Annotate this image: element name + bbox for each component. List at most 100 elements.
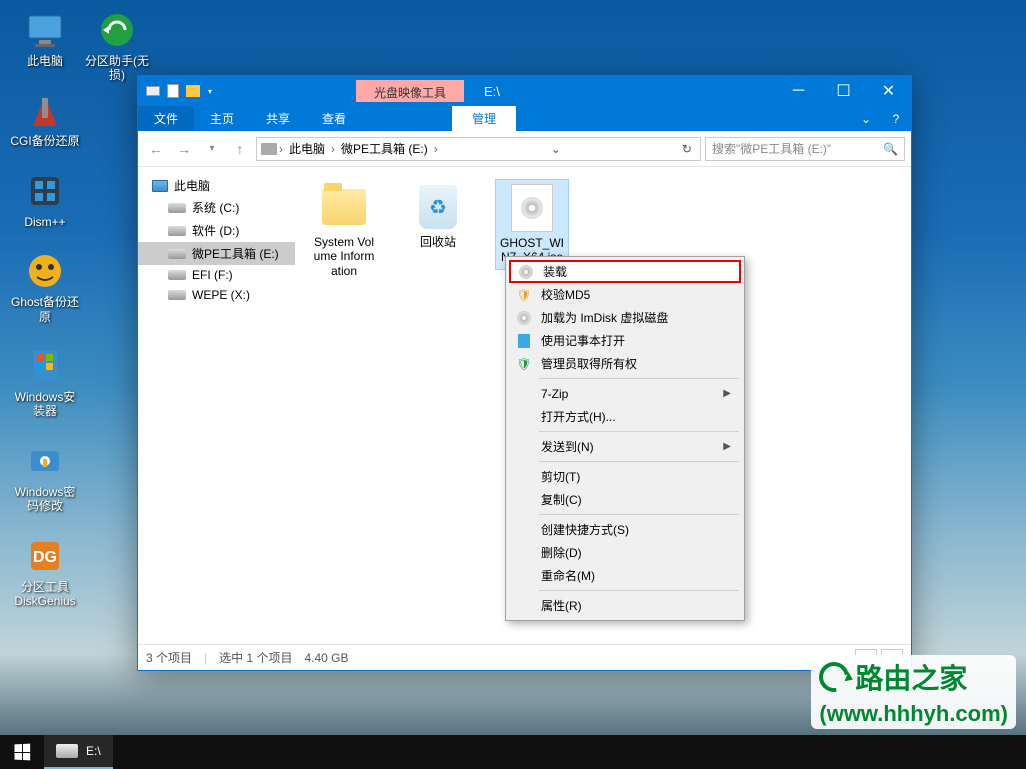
shield-icon: 🛡 xyxy=(515,355,533,373)
search-input[interactable]: 搜索"微PE工具箱 (E:)" 🔍 xyxy=(705,137,905,161)
minimize-button[interactable]: ─ xyxy=(776,76,821,106)
ribbon-collapse-icon[interactable]: ⌄ xyxy=(851,106,881,131)
ribbon-tabs: 文件 主页 共享 查看 管理 ⌄ ? xyxy=(138,106,911,131)
taskbar: E:\ xyxy=(0,735,1026,769)
refresh-button[interactable]: ↻ xyxy=(674,142,700,156)
submenu-arrow-icon: ▶ xyxy=(723,441,731,452)
desktop-icon[interactable]: DG分区工具DiskGenius xyxy=(10,536,80,609)
pc-icon xyxy=(152,180,168,192)
watermark-logo-icon xyxy=(813,656,855,698)
svg-text:DG: DG xyxy=(33,549,57,566)
breadcrumb-drive[interactable]: 微PE工具箱 (E:) xyxy=(337,140,432,157)
context-menu-item[interactable]: 剪切(T) xyxy=(509,465,741,488)
drive-icon xyxy=(168,226,186,236)
app-icon xyxy=(97,10,137,50)
drive-icon xyxy=(168,249,186,259)
menu-separator xyxy=(539,431,739,432)
submenu-arrow-icon: ▶ xyxy=(723,388,731,399)
ribbon-share[interactable]: 共享 xyxy=(250,106,306,131)
status-count: 3 个项目 xyxy=(146,649,192,666)
status-bar: 3 个项目 | 选中 1 个项目 4.40 GB xyxy=(138,644,911,670)
context-menu-item[interactable]: 🛡管理员取得所有权 xyxy=(509,352,741,375)
context-menu-item[interactable]: 加载为 ImDisk 虚拟磁盘 xyxy=(509,306,741,329)
context-menu-item[interactable]: 使用记事本打开 xyxy=(509,329,741,352)
status-selection: 选中 1 个项目 xyxy=(219,649,292,666)
titlebar[interactable]: ▾ 光盘映像工具 E:\ ─ ☐ ✕ xyxy=(138,76,911,106)
address-dropdown-icon[interactable]: ⌄ xyxy=(543,142,569,156)
context-menu-item[interactable]: 属性(R) xyxy=(509,594,741,617)
taskbar-item-explorer[interactable]: E:\ xyxy=(44,735,113,769)
desktop-icon[interactable]: Dism++ xyxy=(10,171,80,229)
watermark: 路由之家 (www.hhhyh.com) xyxy=(811,655,1016,729)
app-icon xyxy=(25,90,65,130)
windows-logo-icon xyxy=(14,744,30,761)
context-menu-item[interactable]: 打开方式(H)... xyxy=(509,405,741,428)
forward-button[interactable]: → xyxy=(172,137,196,161)
context-menu-item[interactable]: 7-Zip▶ xyxy=(509,382,741,405)
drive-icon xyxy=(168,203,186,213)
folder-icon xyxy=(322,189,366,225)
ribbon-home[interactable]: 主页 xyxy=(194,106,250,131)
ribbon-manage[interactable]: 管理 xyxy=(452,106,516,131)
desktop-icon[interactable]: Windows密码修改 xyxy=(10,441,80,514)
qat-properties-icon[interactable] xyxy=(164,82,182,100)
drive-icon xyxy=(168,270,186,280)
address-bar[interactable]: › 此电脑 › 微PE工具箱 (E:) › ⌄ ↻ xyxy=(256,137,701,161)
context-menu-item[interactable]: 重命名(M) xyxy=(509,564,741,587)
up-button[interactable]: ↑ xyxy=(228,137,252,161)
desktop-icon[interactable]: 分区助手(无损) xyxy=(82,10,152,83)
tree-this-pc[interactable]: 此电脑 xyxy=(138,175,295,196)
menu-separator xyxy=(539,590,739,591)
app-icon xyxy=(25,10,65,50)
ribbon-file[interactable]: 文件 xyxy=(138,106,194,131)
system-menu-icon[interactable] xyxy=(144,82,162,100)
context-menu-item[interactable]: 复制(C) xyxy=(509,488,741,511)
shield-icon: 🛡 xyxy=(515,286,533,304)
navigation-tree: 此电脑 系统 (C:)软件 (D:)微PE工具箱 (E:)EFI (F:)WEP… xyxy=(138,167,295,644)
menu-separator xyxy=(539,461,739,462)
start-button[interactable] xyxy=(0,735,44,769)
context-menu-item[interactable]: 删除(D) xyxy=(509,541,741,564)
tree-drive-item[interactable]: 软件 (D:) xyxy=(138,219,295,242)
file-item[interactable]: System Volume Information xyxy=(307,179,381,282)
back-button[interactable]: ← xyxy=(144,137,168,161)
iso-file-icon xyxy=(511,184,553,232)
menu-separator xyxy=(539,378,739,379)
app-icon xyxy=(25,346,65,386)
desktop-icon[interactable]: Windows安装器 xyxy=(10,346,80,419)
drive-icon xyxy=(168,290,186,300)
tree-drive-item[interactable]: EFI (F:) xyxy=(138,265,295,285)
context-menu-item[interactable]: 创建快捷方式(S) xyxy=(509,518,741,541)
file-item[interactable]: ♻回收站 xyxy=(401,179,475,253)
recycle-bin-icon: ♻ xyxy=(419,185,457,229)
notepad-icon xyxy=(515,332,533,350)
search-icon[interactable]: 🔍 xyxy=(883,142,898,156)
context-menu-item[interactable]: 🛡校验MD5 xyxy=(509,283,741,306)
drive-icon xyxy=(56,744,78,758)
menu-separator xyxy=(539,514,739,515)
breadcrumb-root[interactable]: 此电脑 xyxy=(285,140,329,157)
disc-icon xyxy=(515,309,533,327)
recent-dropdown[interactable]: ▾ xyxy=(200,137,224,161)
app-icon xyxy=(25,251,65,291)
contextual-tab-label: 光盘映像工具 xyxy=(356,80,464,102)
qat-newfolder-icon[interactable] xyxy=(184,82,202,100)
context-menu-item[interactable]: 装载 xyxy=(509,260,741,283)
qat-dropdown-icon[interactable]: ▾ xyxy=(204,87,216,96)
context-menu-item[interactable]: 发送到(N)▶ xyxy=(509,435,741,458)
search-placeholder: 搜索"微PE工具箱 (E:)" xyxy=(712,140,831,157)
context-menu: 装载🛡校验MD5加载为 ImDisk 虚拟磁盘使用记事本打开🛡管理员取得所有权 7… xyxy=(505,256,745,621)
navigation-bar: ← → ▾ ↑ › 此电脑 › 微PE工具箱 (E:) › ⌄ ↻ 搜索"微PE… xyxy=(138,131,911,167)
ribbon-view[interactable]: 查看 xyxy=(306,106,362,131)
app-icon xyxy=(25,441,65,481)
tree-drive-item[interactable]: 系统 (C:) xyxy=(138,196,295,219)
desktop-icon[interactable]: 此电脑 xyxy=(10,10,80,68)
tree-drive-item[interactable]: 微PE工具箱 (E:) xyxy=(138,242,295,265)
close-button[interactable]: ✕ xyxy=(866,76,911,106)
window-title: E:\ xyxy=(484,84,776,99)
desktop-icon[interactable]: CGI备份还原 xyxy=(10,90,80,148)
tree-drive-item[interactable]: WEPE (X:) xyxy=(138,285,295,305)
desktop-icon[interactable]: Ghost备份还原 xyxy=(10,251,80,324)
maximize-button[interactable]: ☐ xyxy=(821,76,866,106)
help-icon[interactable]: ? xyxy=(881,106,911,131)
